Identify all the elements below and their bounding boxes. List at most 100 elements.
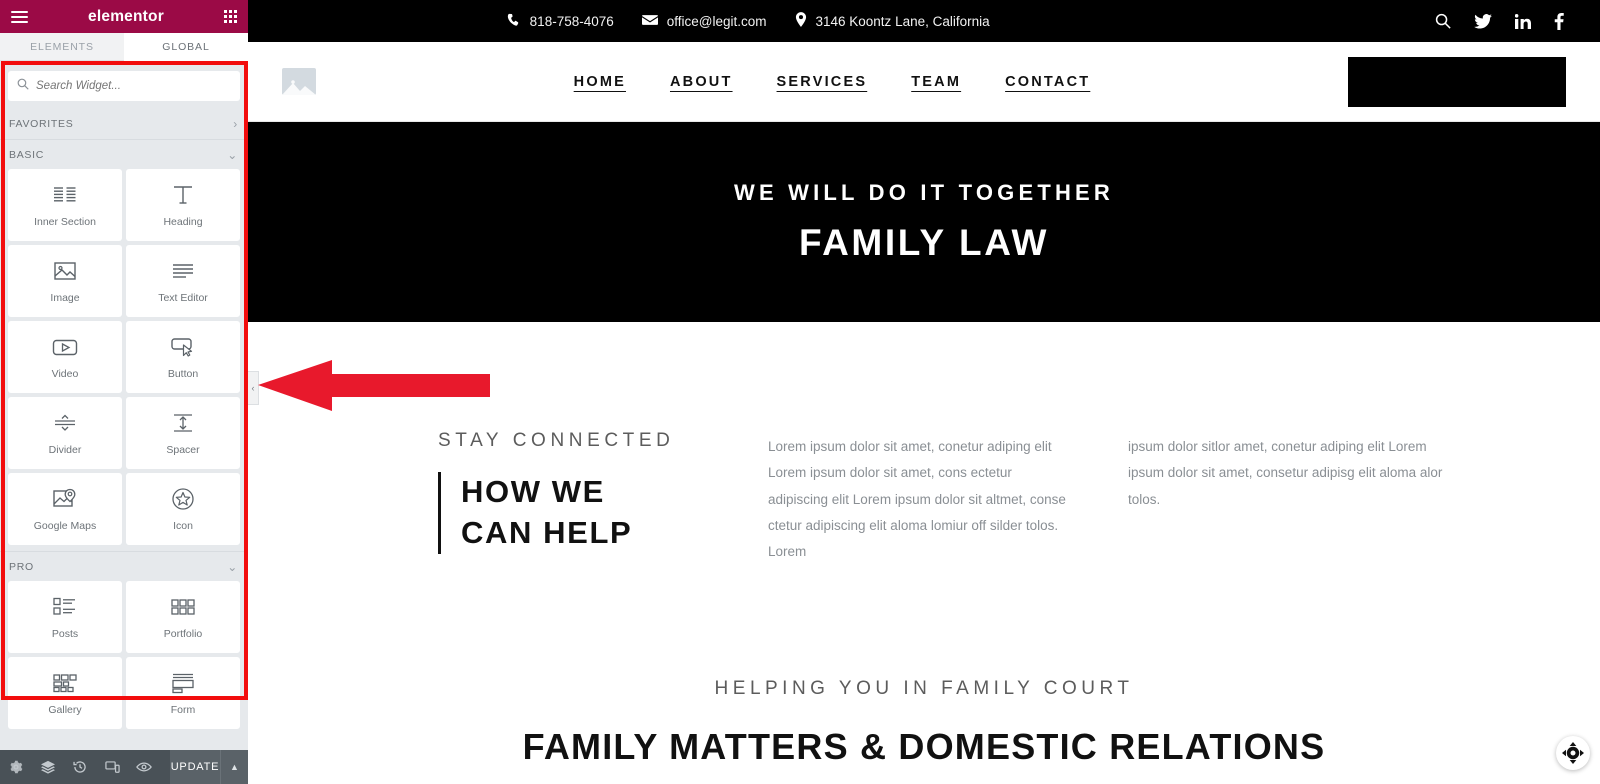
stay-connected-heading-wrap: HOW WE CAN HELP — [438, 472, 708, 554]
category-pro[interactable]: PRO ⌄ — [0, 551, 248, 581]
website-preview: 818-758-4076 office@legit.com 3146 Koont… — [248, 0, 1600, 784]
header-cta-box[interactable] — [1347, 56, 1566, 107]
hero-section: WE WILL DO IT TOGETHER FAMILY LAW — [248, 122, 1600, 322]
widget-icon[interactable]: Icon — [126, 473, 240, 545]
hero-subtitle: WE WILL DO IT TOGETHER — [733, 180, 1115, 205]
search-icon[interactable] — [1435, 13, 1451, 29]
widget-spacer[interactable]: Spacer — [126, 397, 240, 469]
widget-video-label: Video — [51, 368, 79, 380]
nav-link-about[interactable]: ABOUT — [670, 74, 733, 90]
nav-link-home[interactable]: HOME — [574, 74, 626, 90]
twitter-icon[interactable] — [1474, 13, 1492, 29]
chevron-down-icon: ⌄ — [227, 559, 238, 574]
widget-text-editor[interactable]: Text Editor — [126, 245, 240, 317]
topbar-address[interactable]: 3146 Koontz Lane, California — [795, 12, 990, 30]
search-widget-box[interactable] — [8, 71, 240, 101]
text-editor-icon — [171, 258, 195, 284]
nav-link-team[interactable]: TEAM — [911, 74, 961, 90]
widget-portfolio[interactable]: Portfolio — [126, 581, 240, 653]
stay-connected-eyebrow: STAY CONNECTED — [438, 430, 675, 451]
panel-body: FAVORITES › BASIC ⌄ Inner Section — [0, 61, 248, 750]
button-icon — [170, 334, 196, 360]
widget-video[interactable]: Video — [8, 321, 122, 393]
settings-gear-icon[interactable] — [0, 750, 32, 784]
panel-tabs: ELEMENTS GLOBAL — [0, 33, 248, 61]
widget-image[interactable]: Image — [8, 245, 122, 317]
topbar-phone[interactable]: 818-758-4076 — [507, 13, 614, 30]
search-icon — [17, 77, 29, 95]
site-navbar: HOME ABOUT SERVICES TEAM CONTACT — [248, 42, 1600, 122]
panel-footer: UPDATE ▲ — [0, 750, 248, 784]
stay-connected-heading-block: STAY CONNECTED HOW WE CAN HELP — [438, 430, 708, 566]
topbar-contact-group: 818-758-4076 office@legit.com 3146 Koont… — [507, 12, 990, 30]
category-basic-label: BASIC — [9, 148, 45, 161]
widget-divider-label: Divider — [48, 444, 82, 456]
grid-apps-icon[interactable] — [223, 10, 237, 23]
divider-icon — [53, 410, 77, 436]
widget-form-label: Form — [170, 704, 196, 716]
widget-google-maps[interactable]: Google Maps — [8, 473, 122, 545]
image-placeholder-logo[interactable] — [282, 68, 316, 95]
linkedin-icon[interactable] — [1514, 13, 1531, 29]
stay-connected-section: STAY CONNECTED HOW WE CAN HELP Lorem ips… — [248, 322, 1600, 566]
stay-connected-paragraph-left: Lorem ipsum dolor sit amet, conetur adip… — [768, 439, 1066, 560]
widget-divider[interactable]: Divider — [8, 397, 122, 469]
category-basic[interactable]: BASIC ⌄ — [0, 139, 248, 169]
spacer-icon — [171, 410, 195, 436]
video-icon — [52, 334, 78, 360]
site-nav-links: HOME ABOUT SERVICES TEAM CONTACT — [574, 74, 1091, 90]
widget-form[interactable]: Form — [126, 657, 240, 729]
basic-widget-grid: Inner Section Heading Image Text Editor … — [0, 169, 248, 545]
panel-collapse-handle[interactable]: ‹ — [248, 371, 259, 405]
family-matters-section: HELPING YOU IN FAMILY COURT FAMILY MATTE… — [248, 678, 1600, 768]
widget-inner-section-label: Inner Section — [34, 216, 96, 228]
heading-icon — [171, 182, 195, 208]
update-options-caret-icon[interactable]: ▲ — [220, 750, 248, 784]
elementor-logo: elementor — [88, 7, 164, 25]
responsive-mode-icon[interactable] — [96, 750, 128, 784]
hero-title: FAMILY LAW — [798, 222, 1050, 263]
widget-heading-label: Heading — [163, 216, 203, 228]
search-widget-wrap — [0, 61, 248, 109]
site-topbar: 818-758-4076 office@legit.com 3146 Koont… — [248, 0, 1600, 42]
heading-accent-bar — [438, 472, 441, 554]
image-icon — [53, 258, 77, 284]
map-pin-icon — [795, 12, 807, 30]
layers-navigator-icon[interactable] — [32, 750, 64, 784]
category-favorites[interactable]: FAVORITES › — [0, 109, 248, 139]
topbar-social-group — [1435, 12, 1564, 30]
widget-heading[interactable]: Heading — [126, 169, 240, 241]
update-button[interactable]: UPDATE — [170, 750, 220, 784]
category-favorites-label: FAVORITES — [9, 118, 74, 130]
widget-portfolio-label: Portfolio — [163, 628, 203, 640]
widget-posts[interactable]: Posts — [8, 581, 122, 653]
widget-image-label: Image — [50, 292, 80, 304]
posts-icon — [52, 594, 78, 620]
facebook-icon[interactable] — [1554, 12, 1564, 30]
widget-button[interactable]: Button — [126, 321, 240, 393]
heading-line-1: HOW WE — [461, 474, 605, 509]
nav-link-contact[interactable]: CONTACT — [1005, 74, 1090, 90]
inner-section-icon — [53, 182, 77, 208]
elementor-panel: elementor ELEMENTS GLOBAL FAVORITES › — [0, 0, 248, 784]
hamburger-icon[interactable] — [11, 10, 28, 23]
phone-icon — [507, 13, 521, 30]
move-widget-handle[interactable] — [1556, 736, 1590, 770]
form-icon — [170, 670, 196, 696]
nav-link-services[interactable]: SERVICES — [777, 74, 868, 90]
topbar-email-text: office@legit.com — [666, 13, 767, 29]
google-maps-icon — [52, 486, 78, 512]
widget-inner-section[interactable]: Inner Section — [8, 169, 122, 241]
topbar-email[interactable]: office@legit.com — [641, 13, 767, 29]
portfolio-icon — [170, 594, 196, 620]
topbar-phone-text: 818-758-4076 — [529, 13, 614, 29]
history-icon[interactable] — [64, 750, 96, 784]
chevron-down-icon: ⌄ — [227, 147, 238, 162]
tab-global[interactable]: GLOBAL — [124, 33, 248, 61]
tab-elements[interactable]: ELEMENTS — [0, 33, 124, 61]
search-input[interactable] — [36, 80, 231, 92]
widget-gallery[interactable]: Gallery — [8, 657, 122, 729]
widget-icon-label: Icon — [173, 520, 193, 532]
widget-posts-label: Posts — [51, 628, 79, 640]
preview-eye-icon[interactable] — [128, 750, 160, 784]
